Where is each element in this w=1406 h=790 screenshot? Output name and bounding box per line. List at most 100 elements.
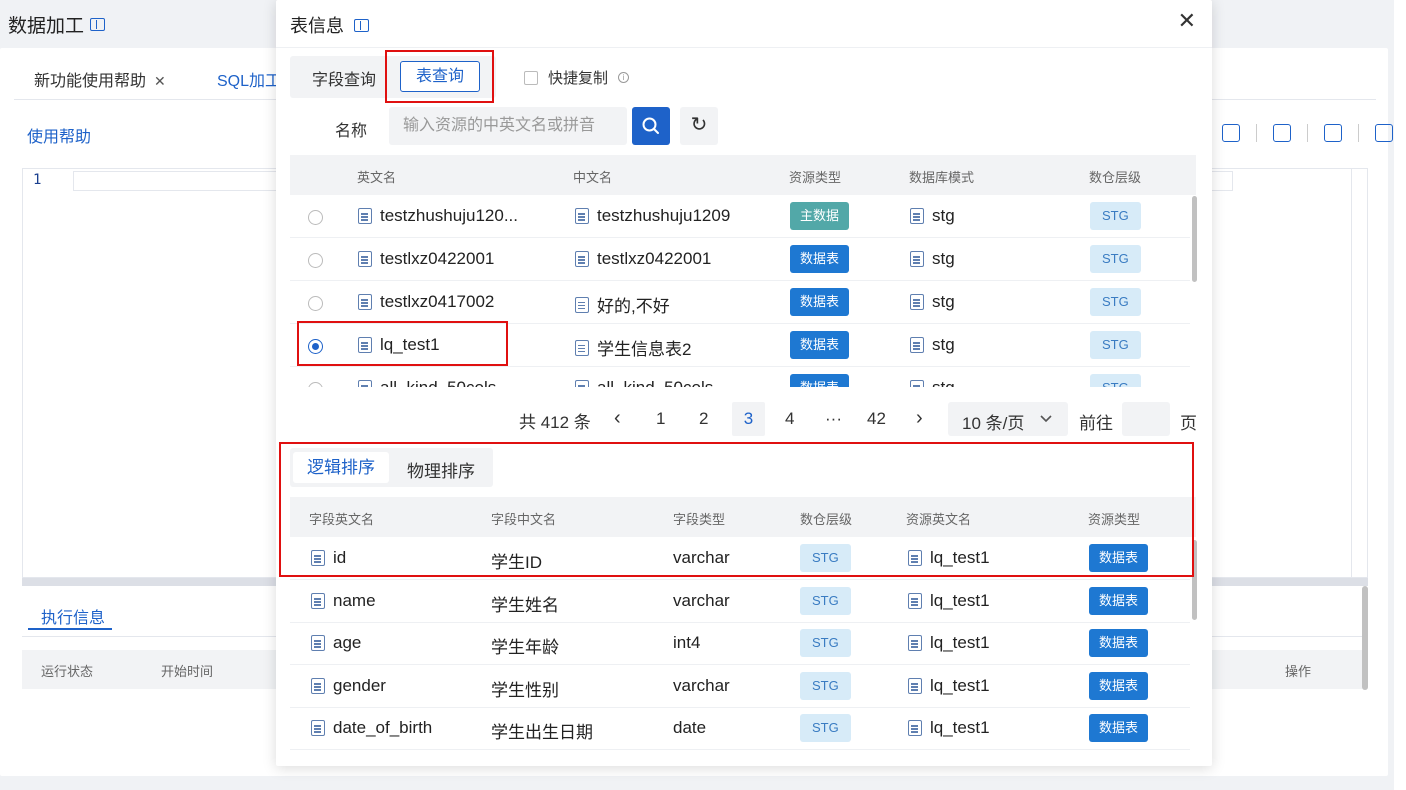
close-icon[interactable]: ✕ [1178, 8, 1196, 34]
field-row[interactable]: gender 学生性别 varchar STG lq_test1 数据表 [290, 665, 1190, 708]
table-row[interactable]: testlxz0417002 好的,不好 数据表 stg STG [290, 281, 1190, 324]
tab-exec-info[interactable]: 执行信息 [41, 604, 105, 628]
total-count: 共 412 条 [519, 413, 591, 432]
goto-page-input[interactable] [1122, 402, 1170, 436]
cell-text: all_kind_50cols [380, 378, 496, 387]
table-icon [908, 550, 922, 566]
schema-icon [910, 251, 924, 267]
resource-type: 数据表 [1089, 672, 1149, 700]
cell-text: testzhushuju1209 [597, 206, 731, 225]
db-schema: stg [910, 206, 955, 226]
row-radio[interactable] [308, 210, 323, 225]
field-table-scrollbar[interactable] [1192, 540, 1197, 620]
page-ellipsis[interactable]: ··· [825, 409, 842, 429]
table-en-name: lq_test1 [358, 335, 440, 355]
type-badge: 数据表 [1089, 544, 1149, 572]
table-icon [908, 593, 922, 609]
cell-text: name [333, 591, 376, 610]
field-row[interactable]: id 学生ID varchar STG lq_test1 数据表 [290, 537, 1190, 580]
page-42[interactable]: 42 [867, 409, 886, 429]
table-row[interactable]: testzhushuju120... testzhushuju1209 主数据 … [290, 195, 1190, 238]
warehouse-layer: STG [1090, 374, 1141, 387]
type-badge: 数据表 [790, 374, 850, 387]
lineage-icon[interactable] [1324, 124, 1342, 142]
tab-physical-sort[interactable]: 物理排序 [407, 457, 475, 482]
divider [1307, 124, 1308, 142]
schema-icon [910, 208, 924, 224]
exec-scrollbar[interactable] [1362, 586, 1368, 690]
column-header: 运行状态 [41, 664, 94, 679]
table-row[interactable]: testlxz0422001 testlxz0422001 数据表 stg ST… [290, 238, 1190, 281]
editor-scrollbar[interactable] [1351, 169, 1367, 577]
search-input[interactable] [389, 107, 627, 145]
validate-icon[interactable] [1273, 124, 1291, 142]
page-2[interactable]: 2 [699, 409, 708, 429]
search-button[interactable] [632, 107, 670, 145]
resource-type: 数据表 [1089, 629, 1149, 657]
help-link[interactable]: 使用帮助 [27, 123, 91, 147]
page-title: 数据加工 [8, 11, 106, 38]
cell-text: testzhushuju120... [380, 206, 518, 225]
field-table-header: 字段英文名 字段中文名 字段类型 数仓层级 资源英文名 资源类型 [290, 497, 1196, 537]
layer-badge: STG [800, 587, 851, 615]
type-badge: 数据表 [1089, 672, 1149, 700]
field-row[interactable]: name 学生姓名 varchar STG lq_test1 数据表 [290, 580, 1190, 623]
resource-type: 主数据 [790, 202, 850, 230]
page-size-select[interactable]: 10 条/页 [948, 402, 1068, 436]
search-icon [642, 117, 659, 134]
table-cn-name: testlxz0422001 [575, 249, 711, 269]
row-radio[interactable] [308, 253, 323, 268]
cell-text: lq_test1 [380, 335, 440, 354]
layer-badge: STG [1090, 374, 1141, 387]
table-icon [908, 678, 922, 694]
next-page-button[interactable]: › [916, 407, 923, 430]
line-number: 1 [33, 172, 42, 188]
tab-label: 新功能使用帮助 [34, 73, 147, 90]
tab-logical-sort[interactable]: 逻辑排序 [293, 452, 389, 483]
field-cn-name: 学生出生日期 [491, 723, 593, 742]
book-icon[interactable] [354, 18, 369, 32]
page-4[interactable]: 4 [785, 409, 794, 429]
table-row-selected[interactable]: lq_test1 学生信息表2 数据表 stg STG [290, 324, 1190, 367]
resource-en-name: lq_test1 [908, 633, 990, 653]
page-unit-label: 页 [1180, 414, 1197, 433]
tab-sql-processing[interactable]: SQL加工 [217, 67, 281, 91]
tab-field-query[interactable]: 字段查询 [312, 66, 376, 90]
column-header: 英文名 [357, 170, 397, 185]
quick-copy-checkbox[interactable] [524, 70, 538, 85]
close-icon[interactable]: ✕ [154, 73, 166, 89]
field-icon [311, 635, 325, 651]
layer-badge: STG [800, 672, 851, 700]
row-radio[interactable] [308, 382, 323, 387]
format-icon[interactable] [1222, 124, 1240, 142]
info-icon[interactable]: i [618, 72, 630, 83]
table-icon [358, 208, 372, 224]
cell-text: lq_test1 [930, 633, 990, 652]
quick-copy-label[interactable]: 快捷复制 [548, 67, 608, 88]
settings-icon[interactable] [1375, 124, 1393, 142]
prev-page-button[interactable]: ‹ [614, 407, 621, 430]
resource-type: 数据表 [1089, 544, 1149, 572]
refresh-button[interactable]: ↻ [680, 107, 718, 145]
field-row[interactable]: age 学生年龄 int4 STG lq_test1 数据表 [290, 622, 1190, 665]
field-type: varchar [673, 548, 730, 567]
schema-icon [910, 294, 924, 310]
table-cn-name: all_kind_50cols [575, 378, 713, 387]
book-icon[interactable] [90, 18, 106, 31]
table-en-name: testzhushuju120... [358, 206, 518, 226]
divider [1358, 124, 1359, 142]
row-radio[interactable] [308, 296, 323, 311]
table-row[interactable]: all_kind_50cols all_kind_50cols 数据表 stg … [290, 367, 1190, 387]
page-scrollbar[interactable] [1394, 0, 1406, 790]
table-info-dialog: 表信息 ✕ 字段查询 表查询 快捷复制 i 名称 ↻ 英文名 中文名 资源类型 … [276, 0, 1212, 766]
page-3-current[interactable]: 3 [732, 402, 765, 436]
table-list-scrollbar[interactable] [1192, 196, 1197, 282]
resource-type: 数据表 [1089, 714, 1149, 742]
field-row[interactable]: date_of_birth 学生出生日期 date STG lq_test1 数… [290, 707, 1190, 750]
tab-new-feature-help[interactable]: 新功能使用帮助 ✕ [34, 67, 166, 91]
page-1[interactable]: 1 [656, 409, 665, 429]
tab-table-query[interactable]: 表查询 [400, 61, 480, 92]
table-icon [358, 294, 372, 310]
column-header: 字段英文名 [309, 512, 375, 527]
row-radio-checked[interactable] [308, 339, 323, 354]
